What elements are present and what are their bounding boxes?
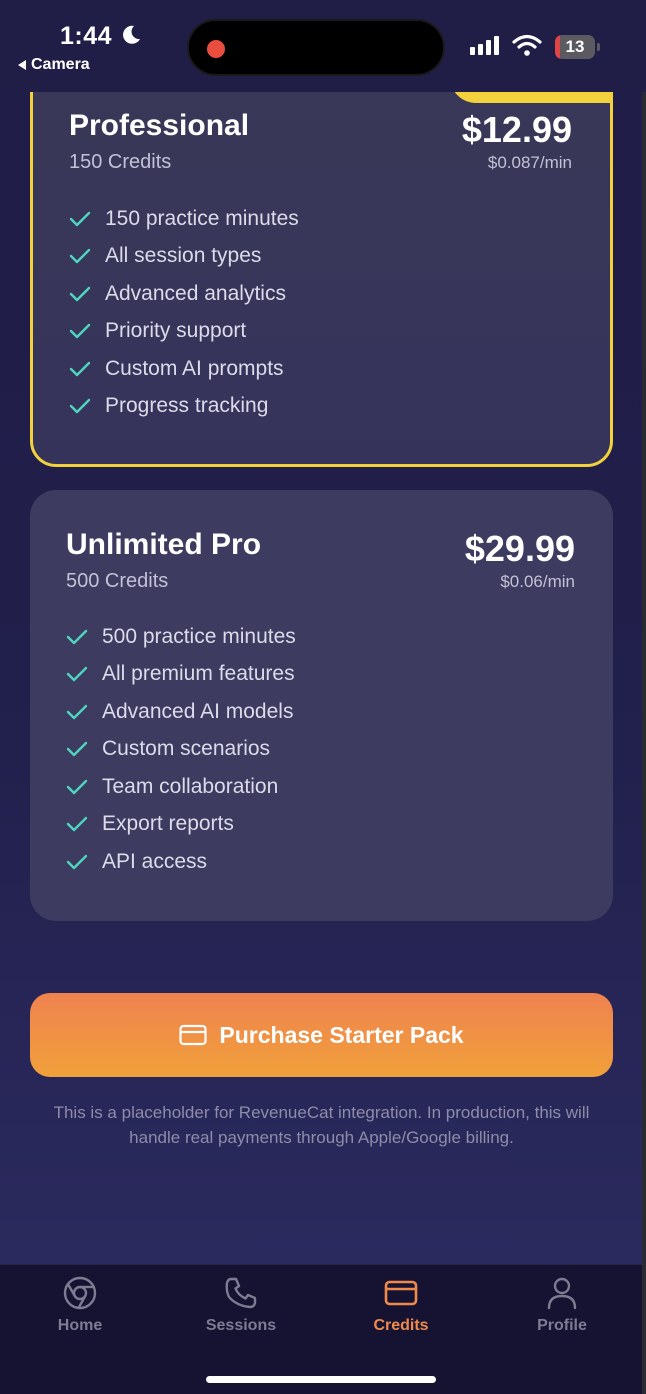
- wifi-icon: [512, 34, 542, 56]
- feature-text: Custom AI prompts: [105, 356, 284, 380]
- tab-profile[interactable]: Profile: [502, 1275, 622, 1335]
- check-icon: [66, 742, 88, 757]
- feature-item: All session types: [69, 238, 299, 276]
- back-app-label: Camera: [31, 56, 90, 73]
- billing-note: This is a placeholder for RevenueCat int…: [53, 1103, 590, 1147]
- moon-icon: [123, 25, 140, 44]
- purchase-button-label: Purchase Starter Pack: [219, 1021, 464, 1048]
- back-arrow-icon: [18, 60, 26, 70]
- battery-indicator: 13: [555, 35, 595, 59]
- plan-card-unlimited-pro[interactable]: Unlimited Pro 500 Credits $29.99 $0.06/m…: [30, 490, 613, 921]
- feature-item: Team collaboration: [66, 768, 296, 806]
- feature-text: Advanced AI models: [102, 699, 294, 723]
- bottom-tab-bar: Home Sessions Credits Profile: [0, 1264, 646, 1394]
- credit-card-icon: [384, 1280, 418, 1306]
- feature-text: Advanced analytics: [105, 281, 286, 305]
- check-icon: [69, 399, 91, 414]
- check-icon: [66, 779, 88, 794]
- tab-label: Sessions: [205, 1317, 277, 1334]
- feature-item: All premium features: [66, 656, 296, 694]
- plan-price: $12.99: [461, 109, 572, 150]
- credit-card-icon: [179, 1024, 207, 1046]
- plan-credits: 150 Credits: [69, 151, 172, 173]
- feature-text: 150 practice minutes: [105, 206, 299, 230]
- status-bar: 1:44 Camera 13: [0, 0, 646, 92]
- person-icon: [547, 1277, 577, 1310]
- feature-text: Priority support: [105, 319, 247, 343]
- plan-credits: 500 Credits: [66, 570, 169, 592]
- plan-name: Unlimited Pro: [66, 528, 262, 561]
- back-to-app-link[interactable]: Camera: [18, 56, 90, 74]
- credits-screen: Professional 150 Credits $12.99 $0.087/m…: [0, 0, 646, 1394]
- feature-text: Team collaboration: [102, 774, 279, 798]
- tab-label: Credits: [373, 1317, 429, 1334]
- plan-card-professional[interactable]: Professional 150 Credits $12.99 $0.087/m…: [30, 60, 613, 467]
- feature-item: Export reports: [66, 806, 296, 844]
- phone-icon: [225, 1277, 257, 1309]
- dynamic-island: [187, 19, 445, 76]
- plan-rate: $0.06/min: [500, 572, 575, 591]
- feature-item: Custom scenarios: [66, 731, 296, 769]
- battery-cap: [597, 43, 600, 51]
- feature-text: Progress tracking: [105, 394, 269, 418]
- feature-item: Progress tracking: [69, 388, 299, 426]
- home-indicator[interactable]: [206, 1376, 436, 1383]
- check-icon: [69, 211, 91, 226]
- tab-label: Home: [57, 1317, 103, 1334]
- plan-price: $29.99: [464, 528, 575, 569]
- feature-item: 150 practice minutes: [69, 200, 299, 238]
- check-icon: [66, 704, 88, 719]
- check-icon: [69, 361, 91, 376]
- feature-item: 500 practice minutes: [66, 618, 296, 656]
- check-icon: [69, 324, 91, 339]
- feature-item: Priority support: [69, 313, 299, 351]
- feature-text: Custom scenarios: [102, 737, 271, 761]
- tab-credits[interactable]: Credits: [341, 1275, 461, 1335]
- feature-list: 150 practice minutes All session types A…: [69, 200, 299, 425]
- recording-indicator-icon: [207, 40, 225, 58]
- feature-item: Advanced AI models: [66, 693, 296, 731]
- check-icon: [66, 854, 88, 869]
- check-icon: [66, 817, 88, 832]
- feature-text: All session types: [105, 244, 262, 268]
- check-icon: [66, 667, 88, 682]
- check-icon: [69, 286, 91, 301]
- check-icon: [66, 629, 88, 644]
- check-icon: [69, 249, 91, 264]
- feature-list: 500 practice minutes All premium feature…: [66, 618, 296, 881]
- feature-item: API access: [66, 843, 296, 881]
- status-time: 1:44: [60, 22, 113, 50]
- feature-item: Custom AI prompts: [69, 350, 299, 388]
- tab-sessions[interactable]: Sessions: [181, 1275, 301, 1335]
- feature-item: Advanced analytics: [69, 275, 299, 313]
- tab-home[interactable]: Home: [20, 1275, 140, 1335]
- purchase-button[interactable]: Purchase Starter Pack: [30, 993, 613, 1077]
- screen-edge: [642, 0, 646, 1394]
- battery-percent: 13: [565, 37, 585, 56]
- feature-text: Export reports: [102, 812, 234, 836]
- feature-text: 500 practice minutes: [102, 624, 296, 648]
- cellular-signal-icon: [470, 36, 499, 55]
- feature-text: All premium features: [102, 662, 295, 686]
- feature-text: API access: [102, 849, 208, 873]
- chrome-logo-icon: [63, 1276, 97, 1310]
- tab-label: Profile: [537, 1317, 587, 1334]
- plan-name: Professional: [69, 109, 250, 142]
- plan-rate: $0.087/min: [487, 153, 572, 172]
